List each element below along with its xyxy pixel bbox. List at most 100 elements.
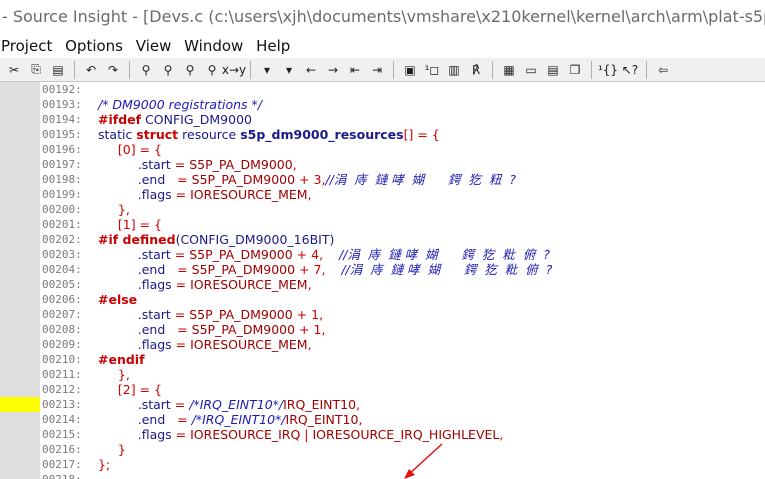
menu-options[interactable]: Options — [64, 34, 130, 58]
code-token: 4 — [311, 247, 320, 262]
code-token: [] = { — [403, 127, 440, 142]
code-token: S5P_PA_DM9000 — [191, 172, 296, 187]
back-icon[interactable]: ← — [300, 60, 322, 80]
code-line[interactable]: 00198: .end = S5P_PA_DM9000 + 3,//涓 庤 鏈 … — [0, 172, 765, 187]
code-line[interactable]: 00197: .start = S5P_PA_DM9000, — [0, 157, 765, 172]
code-line[interactable]: 00192: — [0, 82, 765, 97]
code-line[interactable]: 00207: .start = S5P_PA_DM9000 + 1, — [0, 307, 765, 322]
window-tile-icon[interactable]: ▦ — [498, 60, 520, 80]
code-line[interactable]: 00206: #else — [0, 292, 765, 307]
replace-icon[interactable]: x→y — [222, 60, 246, 80]
code-editor[interactable]: 00192: 00193:/* DM9000 registrations */00… — [0, 82, 765, 479]
code-line[interactable]: 00214: .end = /*IRQ_EINT10*/IRQ_EINT10, — [0, 412, 765, 427]
search-icon[interactable]: ⚲ — [135, 60, 157, 80]
code-token: + — [292, 307, 312, 322]
relation-icon[interactable]: ℟ — [465, 60, 487, 80]
code-token: , — [319, 307, 324, 322]
menu-help[interactable]: Help — [255, 34, 297, 58]
redo-icon[interactable]: ↷ — [102, 60, 124, 80]
code-line[interactable]: 00218: — [0, 472, 765, 479]
bookmark-next-icon[interactable]: ▾ — [278, 60, 300, 80]
code-line[interactable]: 00213: .start = /*IRQ_EINT10*/IRQ_EINT10… — [0, 397, 765, 412]
window-title: - Source Insight - [Devs.c (c:\users\xjh… — [0, 0, 765, 34]
code-token: .end — [137, 412, 166, 427]
undo-icon[interactable]: ↶ — [80, 60, 102, 80]
line-number: 00215: — [42, 428, 82, 441]
code-line[interactable]: 00210: #endif — [0, 352, 765, 367]
code-token: = — [171, 277, 191, 292]
line-source: .end = S5P_PA_DM9000 + 3,//涓 庤 鏈 哮 媩 鍔 犵… — [98, 172, 516, 187]
code-line[interactable]: 00203: .start = S5P_PA_DM9000 + 4, //涓 庤… — [0, 247, 765, 262]
braces-icon[interactable]: ¹{} — [597, 60, 619, 80]
line-number: 00199: — [42, 188, 82, 201]
line-source: .start = /*IRQ_EINT10*/IRQ_EINT10, — [98, 397, 360, 412]
line-number: 00202: — [42, 233, 82, 246]
menu-window[interactable]: Window — [183, 34, 250, 58]
code-token: = — [170, 397, 190, 412]
code-token: }, — [117, 202, 130, 217]
code-line[interactable]: 00199: .flags = IORESOURCE_MEM, — [0, 187, 765, 202]
jump-left-icon[interactable]: ⇤ — [344, 60, 366, 80]
line-source: .flags = IORESOURCE_MEM, — [98, 277, 312, 292]
code-line[interactable]: 00194: #ifdef CONFIG_DM9000 — [0, 112, 765, 127]
code-line[interactable]: 00202: #if defined(CONFIG_DM9000_16BIT) — [0, 232, 765, 247]
code-line[interactable]: 00195: static struct resource s5p_dm9000_… — [0, 127, 765, 142]
line-number: 00214: — [42, 413, 82, 426]
code-line[interactable]: 00217:}; — [0, 457, 765, 472]
code-line[interactable]: 00201: [1] = { — [0, 217, 765, 232]
line-source: [2] = { — [98, 382, 162, 397]
code-token: IRQ_EINT10 — [283, 397, 357, 412]
window-single-icon[interactable]: ▭ — [520, 60, 542, 80]
line-source: .start = S5P_PA_DM9000 + 4, //涓 庤 鏈 哮 媩 … — [98, 247, 550, 262]
bookmark-prev-icon[interactable]: ▾ — [256, 60, 278, 80]
forward-icon[interactable]: → — [322, 60, 344, 80]
line-number: 00205: — [42, 278, 82, 291]
lookup-icon[interactable]: ▣ — [399, 60, 421, 80]
code-token: //涓 庤 鏈 哮 媩 鍔 犵 粃 俯 ? — [323, 247, 550, 262]
code-line[interactable]: 00205: .flags = IORESOURCE_MEM, — [0, 277, 765, 292]
window-split-icon[interactable]: ▤ — [542, 60, 564, 80]
search-project-icon[interactable]: ⚲ — [201, 60, 223, 80]
jump-right-icon[interactable]: ⇥ — [366, 60, 388, 80]
code-line[interactable]: 00193: /* DM9000 registrations */ — [0, 97, 765, 112]
code-line[interactable]: 00200: }, — [0, 202, 765, 217]
cut-icon[interactable]: ✂ — [3, 60, 25, 80]
code-token: , — [307, 277, 312, 292]
search-backward-icon[interactable]: ⚲ — [179, 60, 201, 80]
code-token: S5P_PA_DM9000 — [191, 322, 296, 337]
code-token: IORESOURCE_IRQ — [190, 427, 301, 442]
code-line[interactable]: 00196: [0] = { — [0, 142, 765, 157]
symbol-info-icon[interactable]: ¹◻ — [421, 60, 443, 80]
copy-icon[interactable]: ⎘ — [25, 60, 47, 80]
line-source: }, — [98, 202, 130, 217]
search-files-icon[interactable]: ⚲ — [157, 60, 179, 80]
line-number: 00193: — [42, 98, 82, 111]
book-icon[interactable]: ▥ — [443, 60, 465, 80]
help-cursor-icon[interactable]: ↖? — [619, 60, 641, 80]
menu-view[interactable]: View — [135, 34, 179, 58]
code-token: S5P_PA_DM9000 — [189, 247, 293, 262]
code-line[interactable]: 00208: .end = S5P_PA_DM9000 + 1, — [0, 322, 765, 337]
paste-icon[interactable]: ▤ — [47, 60, 69, 80]
code-line[interactable]: 00209: .flags = IORESOURCE_MEM, — [0, 337, 765, 352]
line-source: .end = /*IRQ_EINT10*/IRQ_EINT10, — [98, 412, 363, 427]
toolbar-separator — [646, 60, 647, 79]
collapse-icon[interactable]: ⇦ — [652, 60, 674, 80]
code-line[interactable]: 00216: } — [0, 442, 765, 457]
line-source: #if defined(CONFIG_DM9000_16BIT) — [98, 232, 334, 247]
line-number: 00195: — [42, 128, 82, 141]
code-line[interactable]: 00204: .end = S5P_PA_DM9000 + 7, //涓 庤 鏈… — [0, 262, 765, 277]
code-line[interactable]: 00212: [2] = { — [0, 382, 765, 397]
code-line[interactable]: 00211: }, — [0, 367, 765, 382]
window-cascade-icon[interactable]: ❐ — [564, 60, 586, 80]
code-line[interactable]: 00215: .flags = IORESOURCE_IRQ | IORESOU… — [0, 427, 765, 442]
menu-project[interactable]: Project — [0, 34, 59, 58]
code-token: .flags — [137, 187, 172, 202]
toolbar-separator — [591, 60, 592, 79]
code-token: .end — [137, 172, 166, 187]
